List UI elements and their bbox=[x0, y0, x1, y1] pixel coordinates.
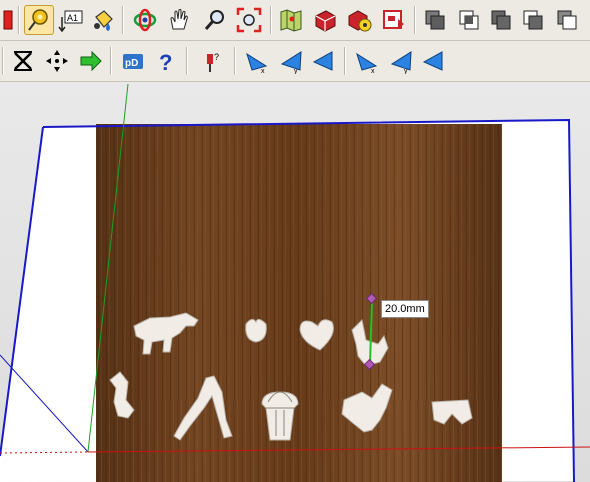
solid-subtract-button[interactable] bbox=[518, 5, 548, 35]
main-toolbar: A1 bbox=[0, 0, 590, 41]
section-x2-button[interactable]: x bbox=[352, 46, 382, 76]
arrow-right-icon bbox=[80, 50, 102, 72]
share-model-button[interactable] bbox=[344, 5, 374, 35]
text-icon: A1 bbox=[58, 10, 83, 33]
zoom-icon bbox=[204, 10, 224, 30]
zoom-extents-icon bbox=[236, 7, 262, 33]
section-z2-icon bbox=[422, 51, 443, 71]
arrow-right-button[interactable] bbox=[76, 46, 106, 76]
section-x2-icon: x bbox=[356, 52, 378, 74]
pan-hand-icon bbox=[170, 9, 188, 30]
dimension-label[interactable]: 20.0mm bbox=[381, 300, 429, 318]
solid-trim-button[interactable] bbox=[552, 5, 582, 35]
model-info-icon: pD bbox=[123, 54, 143, 69]
map-button[interactable] bbox=[276, 5, 306, 35]
solid-outer-shell-icon bbox=[425, 10, 445, 30]
solid-union-icon bbox=[491, 10, 511, 30]
pushpin-question-icon: ? bbox=[207, 52, 219, 72]
solid-outer-shell-button[interactable] bbox=[420, 5, 450, 35]
share-model-icon bbox=[348, 10, 372, 32]
section-z-icon bbox=[312, 51, 333, 71]
solid-intersect-button[interactable] bbox=[454, 5, 484, 35]
svg-text:?: ? bbox=[214, 52, 219, 62]
svg-text:x: x bbox=[371, 68, 375, 74]
x-close-icon bbox=[14, 51, 32, 71]
secondary-toolbar: pD ? ? x y x y bbox=[0, 41, 590, 82]
explode-button[interactable] bbox=[42, 46, 72, 76]
pushpin-question-button[interactable]: ? bbox=[196, 46, 226, 76]
help-label: ? bbox=[159, 50, 172, 74]
toolbar-separator bbox=[186, 47, 188, 75]
partial-tool-icon[interactable] bbox=[0, 5, 16, 35]
apple-piece bbox=[245, 318, 267, 343]
toolbar-separator bbox=[270, 6, 272, 34]
orbit-icon bbox=[133, 8, 157, 32]
section-z-button[interactable] bbox=[308, 46, 338, 76]
section-z2-button[interactable] bbox=[418, 46, 448, 76]
wood-photo-texture bbox=[96, 124, 502, 482]
zoom-extents-button[interactable] bbox=[234, 5, 264, 35]
scene-canvas bbox=[0, 83, 590, 482]
toolbar-separator bbox=[18, 6, 20, 34]
section-y2-button[interactable]: y bbox=[386, 46, 416, 76]
explode-icon bbox=[46, 50, 68, 72]
toolbar-separator bbox=[2, 47, 4, 75]
toolbar-separator bbox=[122, 6, 124, 34]
solid-trim-icon bbox=[557, 10, 577, 30]
map-icon bbox=[280, 9, 302, 32]
toolbar-separator bbox=[344, 47, 346, 75]
model-info-label: pD bbox=[125, 58, 138, 69]
get-models-button[interactable] bbox=[310, 5, 340, 35]
toolbar-separator bbox=[110, 47, 112, 75]
model-info-button[interactable]: pD bbox=[118, 46, 148, 76]
solid-intersect-icon bbox=[459, 10, 479, 30]
solid-union-button[interactable] bbox=[486, 5, 516, 35]
tape-measure-button[interactable] bbox=[24, 5, 54, 35]
component-warehouse-button[interactable] bbox=[378, 5, 408, 35]
solid-subtract-icon bbox=[523, 10, 543, 30]
text-tool-label: A1 bbox=[67, 13, 78, 23]
model-viewport[interactable]: 20.0mm bbox=[0, 82, 590, 482]
toolbar-separator bbox=[414, 6, 416, 34]
section-y2-icon: y bbox=[390, 51, 412, 74]
tape-measure-icon bbox=[28, 9, 48, 31]
orbit-button[interactable] bbox=[130, 5, 160, 35]
toolbar-separator bbox=[234, 47, 236, 75]
section-x-button[interactable]: x bbox=[242, 46, 272, 76]
help-icon: ? bbox=[159, 50, 172, 74]
help-button[interactable]: ? bbox=[150, 46, 180, 76]
section-y-button[interactable]: y bbox=[276, 46, 306, 76]
zoom-button[interactable] bbox=[200, 5, 230, 35]
paint-bucket-icon bbox=[94, 10, 113, 31]
text-tool-button[interactable]: A1 bbox=[56, 5, 86, 35]
svg-text:y: y bbox=[404, 68, 408, 74]
section-y-icon: y bbox=[280, 51, 302, 74]
paint-bucket-button[interactable] bbox=[88, 5, 118, 35]
section-x-icon: x bbox=[246, 52, 268, 74]
component-warehouse-icon bbox=[383, 10, 404, 29]
x-close-button[interactable] bbox=[8, 46, 38, 76]
svg-text:x: x bbox=[261, 68, 265, 74]
pan-button[interactable] bbox=[164, 5, 194, 35]
get-models-icon bbox=[315, 10, 336, 32]
svg-text:y: y bbox=[294, 68, 298, 74]
